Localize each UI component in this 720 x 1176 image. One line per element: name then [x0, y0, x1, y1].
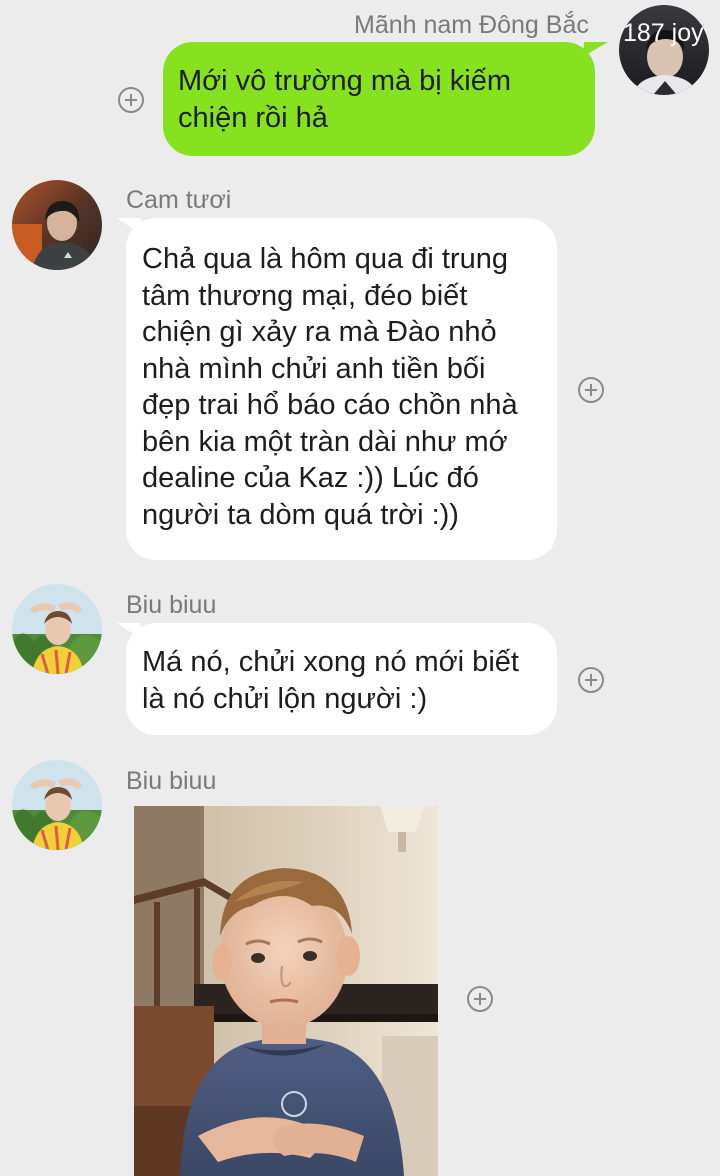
message-bubble[interactable]: Mới vô trường mà bị kiếm chiện rồi hả — [163, 42, 595, 156]
sender-name: Biu biuu — [126, 767, 217, 795]
plus-circle-icon[interactable] — [467, 986, 493, 1012]
plus-circle-icon[interactable] — [118, 87, 144, 113]
plus-circle-icon[interactable] — [578, 667, 604, 693]
message-text: Mới vô trường mà bị kiếm chiện rồi hả — [178, 65, 512, 134]
avatar-label: 187 joy — [623, 19, 704, 47]
photo-message[interactable] — [134, 806, 438, 1176]
message-bubble[interactable]: Má nó, chửi xong nó mới biết là nó chửi … — [126, 623, 557, 735]
sender-name: Cam tươi — [126, 186, 232, 214]
sender-name: Mãnh nam Đông Bắc — [354, 11, 589, 39]
avatar[interactable] — [12, 180, 102, 270]
avatar[interactable] — [12, 760, 102, 850]
sender-name: Biu biuu — [126, 591, 217, 619]
message-bubble[interactable]: Chả qua là hôm qua đi trung tâm thương m… — [126, 218, 557, 560]
avatar[interactable]: 187 joy — [619, 5, 709, 95]
avatar[interactable] — [12, 584, 102, 674]
message-text: Chả qua là hôm qua đi trung tâm thương m… — [142, 243, 518, 531]
message-text: Má nó, chửi xong nó mới biết là nó chửi … — [142, 646, 519, 715]
plus-circle-icon[interactable] — [578, 377, 604, 403]
